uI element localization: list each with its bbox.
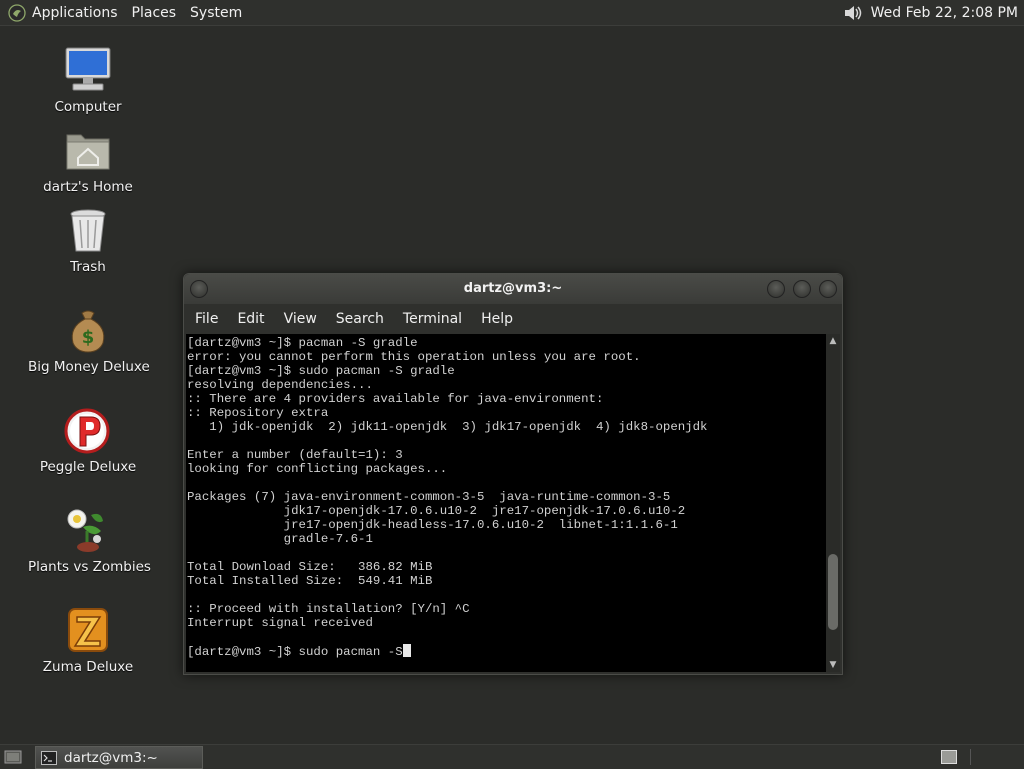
terminal-line: Total Installed Size: 549.41 MiB	[187, 574, 433, 588]
terminal-line: gradle-7.6-1	[187, 532, 373, 546]
workspace-switcher-icon[interactable]	[941, 750, 957, 764]
desktop-icon-trash[interactable]: Trash	[28, 205, 148, 275]
show-desktop-icon[interactable]	[4, 748, 22, 766]
desktop-icon-zuma[interactable]: Zuma Deluxe	[28, 605, 148, 675]
terminal-menubar: File Edit View Search Terminal Help	[184, 305, 842, 333]
panel-separator	[970, 749, 971, 765]
terminal-line: jdk17-openjdk-17.0.6.u10-2 jre17-openjdk…	[187, 504, 686, 518]
scroll-up-arrow-icon[interactable]: ▲	[826, 334, 840, 348]
terminal-line: :: Proceed with installation? [Y/n] ^C	[187, 602, 470, 616]
terminal-line: [dartz@vm3 ~]$ sudo pacman -S gradle	[187, 364, 455, 378]
menu-file[interactable]: File	[195, 311, 218, 327]
menu-applications[interactable]: Applications	[32, 5, 118, 21]
scroll-down-arrow-icon[interactable]: ▼	[826, 658, 840, 672]
terminal-prompt-line[interactable]: [dartz@vm3 ~]$ sudo pacman -S	[187, 645, 403, 659]
terminal-output: [dartz@vm3 ~]$ pacman -S gradle error: y…	[186, 334, 826, 659]
peggle-ball-icon	[64, 408, 110, 454]
terminal-line: [dartz@vm3 ~]$ pacman -S gradle	[187, 336, 418, 350]
plant-flower-icon	[67, 509, 103, 552]
menu-places[interactable]: Places	[132, 5, 177, 21]
clock[interactable]: Wed Feb 22, 2:08 PM	[871, 5, 1018, 21]
terminal-line: resolving dependencies...	[187, 378, 373, 392]
terminal-line: error: you cannot perform this operation…	[187, 350, 641, 364]
desktop-icon-label: Plants vs Zombies	[28, 559, 151, 575]
window-title: dartz@vm3:~	[463, 281, 563, 296]
terminal-line: :: There are 4 providers available for j…	[187, 392, 604, 406]
bottom-panel: dartz@vm3:~	[0, 744, 1024, 769]
desktop-icon-label: Peggle Deluxe	[39, 459, 137, 475]
terminal-line: :: Repository extra	[187, 406, 329, 420]
terminal-line: Total Download Size: 386.82 MiB	[187, 560, 433, 574]
trash-can-icon	[70, 209, 106, 252]
terminal-titlebar[interactable]: dartz@vm3:~	[184, 274, 842, 304]
text-cursor	[402, 644, 411, 657]
zuma-z-icon	[68, 608, 108, 652]
terminal-line: looking for conflicting packages...	[187, 462, 448, 476]
terminal-line: Enter a number (default=1): 3	[187, 448, 403, 462]
svg-text:$: $	[82, 327, 95, 348]
close-button[interactable]	[819, 280, 837, 298]
taskbar-button-label: dartz@vm3:~	[64, 749, 158, 766]
terminal-line: Packages (7) java-environment-common-3-5…	[187, 490, 671, 504]
menu-help[interactable]: Help	[481, 311, 513, 327]
computer-monitor-icon	[65, 47, 111, 91]
top-panel-tray: Wed Feb 22, 2:08 PM	[843, 0, 1018, 25]
terminal-screen[interactable]: [dartz@vm3 ~]$ pacman -S gradle error: y…	[186, 334, 826, 672]
desktop-icon-label: dartz's Home	[43, 179, 133, 195]
terminal-scrollbar[interactable]: ▲ ▼	[826, 334, 840, 672]
desktop-icon-big-money[interactable]: $ Big Money Deluxe	[28, 305, 150, 375]
terminal-window[interactable]: dartz@vm3:~ File Edit View Search Termin…	[183, 273, 843, 675]
minimize-button[interactable]	[767, 280, 785, 298]
desktop-icon-plants-vs-zombies[interactable]: Plants vs Zombies	[28, 505, 151, 575]
desktop-icon-label: Big Money Deluxe	[28, 359, 150, 375]
desktop-icon-label: Zuma Deluxe	[42, 659, 134, 675]
scrollbar-thumb[interactable]	[828, 553, 838, 630]
menu-edit[interactable]: Edit	[237, 311, 264, 327]
desktop-icon-home[interactable]: dartz's Home	[28, 125, 148, 195]
terminal-line: 1) jdk-openjdk 2) jdk11-openjdk 3) jdk17…	[187, 420, 708, 434]
terminal-icon	[41, 750, 57, 765]
home-folder-icon	[66, 134, 110, 170]
desktop-icon-label: Computer	[54, 99, 122, 115]
menu-search[interactable]: Search	[336, 311, 384, 327]
desktop-icon-label: Trash	[70, 259, 106, 275]
money-bag-icon: $	[71, 310, 105, 353]
desktop-icon-peggle[interactable]: Peggle Deluxe	[28, 405, 148, 475]
terminal-line: jre17-openjdk-headless-17.0.6.u10-2 libn…	[187, 518, 678, 532]
top-panel: Applications Places System Wed Feb 22, 2…	[0, 0, 1024, 26]
taskbar-button-terminal[interactable]: dartz@vm3:~	[35, 746, 203, 769]
menu-system[interactable]: System	[190, 5, 242, 21]
desktop-icon-computer[interactable]: Computer	[28, 45, 148, 115]
terminal-line: Interrupt signal received	[187, 616, 373, 630]
menu-terminal[interactable]: Terminal	[403, 311, 462, 327]
maximize-button[interactable]	[793, 280, 811, 298]
menu-view[interactable]: View	[284, 311, 317, 327]
gnome-foot-icon[interactable]	[8, 3, 26, 22]
speaker-volume-icon[interactable]	[843, 3, 865, 23]
